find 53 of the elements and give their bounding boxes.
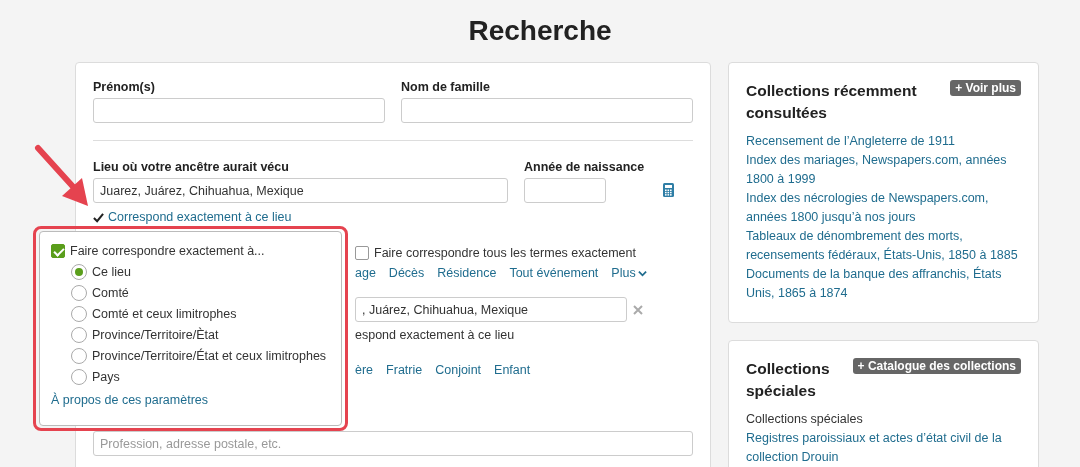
radio-button[interactable] [71,285,87,301]
more-button[interactable]: + Catalogue des collections [852,358,1021,374]
radio-button[interactable] [71,264,87,280]
settings-link[interactable]: À propos de ces paramètres [51,393,209,407]
keyword-field[interactable]: Profession, adresse postale, etc. [93,431,693,456]
relation-link[interactable]: Fratrie [386,363,423,377]
event-link[interactable]: Résidence [437,266,497,280]
field-label: Nom de famille [401,80,490,94]
event-link[interactable]: Décès [388,266,425,280]
field-label: Année de naissance [524,160,645,174]
card-title: Collections spéciales [746,359,831,401]
checkbox-label: Faire correspondre exactement à... [70,244,265,258]
checkbox[interactable] [51,244,65,258]
event-link[interactable]: age [355,266,376,280]
relation-link[interactable]: Conjoint [435,363,482,377]
radio-label: Ce lieu [92,265,131,279]
close-icon[interactable] [633,304,643,315]
input-field[interactable] [401,98,693,123]
place-input-field[interactable]: Juarez, Juárez, Chihuahua, Mexique [93,178,508,203]
radio-button[interactable] [71,327,87,343]
field-label: Prénom(s) [93,80,155,94]
radio-button[interactable] [71,306,87,322]
collection-link[interactable]: Registres paroissiaux et actes d’état civil de la collection Drouin [746,429,1021,467]
relation-link[interactable]: Enfant [494,363,531,377]
event-place-field[interactable]: , Juárez, Chihuahua, Mexique [355,297,627,322]
collection-link[interactable]: Documents de la banque des affranchis, États Unis, 1865 à 1874 [746,265,1021,303]
radio-label: Comté [92,286,129,300]
chevron-icon [637,268,647,278]
exact-match-text: espond exactement à ce lieu [355,328,515,342]
radio-label: Pays [92,370,120,384]
page-title: Recherche [467,14,613,48]
event-link[interactable]: Tout événement [509,266,599,280]
radio-button[interactable] [71,348,87,364]
year-input-field[interactable] [524,178,606,203]
checkbox[interactable] [355,246,369,260]
collection-link[interactable]: Tableaux de dénombrement des morts, recensements fédéraux, États-Unis, 1850 à 1885 [746,227,1021,265]
more-button[interactable]: + Voir plus [950,80,1021,96]
field-label: Lieu où votre ancêtre aurait vécu [93,160,289,174]
radio-button[interactable] [71,369,87,385]
radio-label: Province/Territoire/Ètat [92,328,219,342]
calculator-icon[interactable] [663,183,675,197]
relation-link[interactable]: ère [355,363,374,377]
input-field[interactable] [93,98,385,123]
collection-link[interactable]: Index des nécrologies de Newspapers.com, années 1800 jusqu’à nos jours [746,189,1021,227]
collection-text: Collections spéciales [746,411,864,428]
radio-label: Province/Territoire/État et ceux limitrophes [92,349,327,363]
radio-label: Comté et ceux limitrophes [92,307,237,321]
card-title: Collections récemment consultées [746,81,918,123]
checkbox-label: Faire correspondre tous les termes exactement [374,246,636,260]
collection-link[interactable]: Recensement de l’Angleterre de 1911 [746,132,1021,151]
more-link[interactable]: Plus [611,266,647,280]
collection-link[interactable]: Index des mariages, Newspapers.com, années 1800 à 1999 [746,151,1021,189]
exact-match-link[interactable]: Correspond exactement à ce lieu [108,210,292,224]
